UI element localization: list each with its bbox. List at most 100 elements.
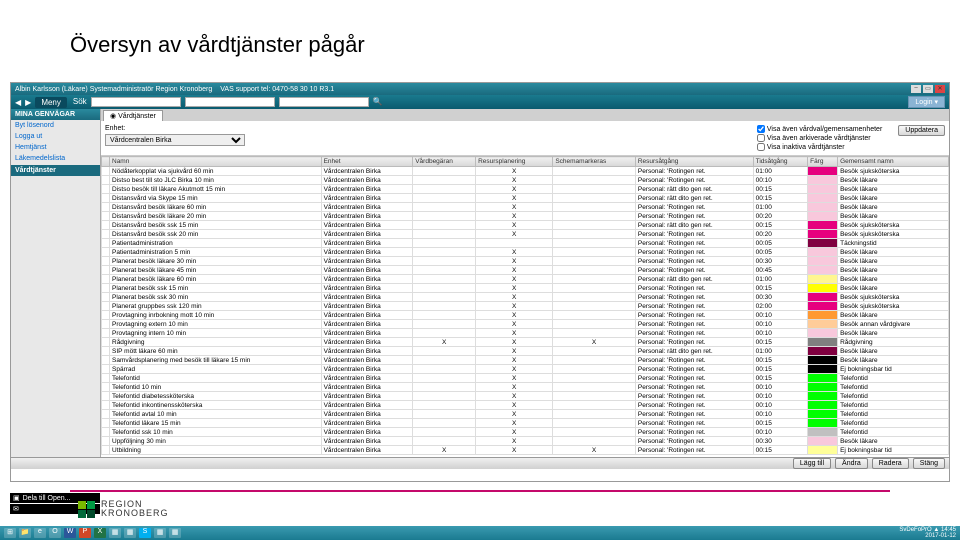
table-row[interactable]: Distso best till sto JLC Birka 10 minVår…: [102, 176, 949, 185]
search-label: Sök: [73, 97, 87, 107]
color-swatch: [808, 383, 837, 391]
col-header[interactable]: Vårdbegäran: [413, 157, 476, 167]
color-swatch: [808, 356, 837, 364]
table-row[interactable]: Distansvård via Skype 15 minVårdcentrale…: [102, 194, 949, 203]
excel-icon[interactable]: X: [94, 528, 106, 538]
btn-close[interactable]: Stäng: [913, 458, 945, 469]
sidebar-item[interactable]: Byt lösenord: [11, 120, 100, 131]
table-row[interactable]: Provtagning extern 10 minVårdcentralen B…: [102, 320, 949, 329]
sidebar-item[interactable]: Läkemedelslista: [11, 153, 100, 164]
powerpoint-icon[interactable]: P: [79, 528, 91, 538]
table-row[interactable]: Distansvård besök ssk 20 minVårdcentrale…: [102, 230, 949, 239]
update-button[interactable]: Uppdatera: [898, 125, 945, 136]
outlook-icon[interactable]: O: [49, 528, 61, 538]
table-row[interactable]: Telefontid avtal 10 minVårdcentralen Bir…: [102, 410, 949, 419]
col-header[interactable]: Namn: [110, 157, 322, 167]
table-row[interactable]: Patientadministration 5 minVårdcentralen…: [102, 248, 949, 257]
table-row[interactable]: Telefontid inkontinenssköterskaVårdcentr…: [102, 401, 949, 410]
table-row[interactable]: Samvårdsplanering med besök till läkare …: [102, 356, 949, 365]
table-row[interactable]: Planerat gruppbes ssk 120 minVårdcentral…: [102, 302, 949, 311]
col-header[interactable]: [102, 157, 110, 167]
app1-icon[interactable]: ▦: [109, 528, 121, 538]
col-header[interactable]: Färg: [808, 157, 838, 167]
table-row[interactable]: Planerat besök läkare 60 minVårdcentrale…: [102, 275, 949, 284]
col-header[interactable]: Resursåtgång: [635, 157, 753, 167]
sidebar-item[interactable]: Hemtjänst: [11, 142, 100, 153]
table-row[interactable]: UtbildningVårdcentralen BirkaXXXPersonal…: [102, 446, 949, 455]
table-row[interactable]: Distansvård besök läkare 20 minVårdcentr…: [102, 212, 949, 221]
table-row[interactable]: Provtagning inrbokning mott 10 minVårdce…: [102, 311, 949, 320]
search-icon[interactable]: 🔍: [373, 97, 383, 107]
col-header[interactable]: Schemamarkeras: [553, 157, 636, 167]
window-close-icon[interactable]: ✕: [935, 85, 945, 93]
word-icon[interactable]: W: [64, 528, 76, 538]
color-swatch: [808, 437, 837, 445]
col-header[interactable]: Resursplanering: [476, 157, 553, 167]
color-swatch: [808, 266, 837, 274]
table-row[interactable]: Planerat besök ssk 30 minVårdcentralen B…: [102, 293, 949, 302]
col-header[interactable]: Tidsåtgång: [753, 157, 807, 167]
table-row[interactable]: TelefontidVårdcentralen BirkaXPersonal: …: [102, 374, 949, 383]
ie-icon[interactable]: e: [34, 528, 46, 538]
table-row[interactable]: RådgivningVårdcentralen BirkaXXXPersonal…: [102, 338, 949, 347]
menu-button[interactable]: Meny: [35, 97, 67, 108]
nav-fwd-icon[interactable]: ▶: [25, 98, 31, 107]
color-swatch: [808, 293, 837, 301]
table-row[interactable]: Planerat besök läkare 30 minVårdcentrale…: [102, 257, 949, 266]
skype-icon[interactable]: S: [139, 528, 151, 538]
table-row[interactable]: Provtagning intern 10 minVårdcentralen B…: [102, 329, 949, 338]
col-header[interactable]: Enhet: [321, 157, 413, 167]
sidebar-active[interactable]: Vårdtjänster: [11, 165, 100, 176]
titlebar-user: Albin Karlsson (Läkare) Systemadministra…: [15, 86, 212, 93]
color-swatch: [808, 338, 837, 346]
table-row[interactable]: Uppföljning 30 minVårdcentralen BirkaXPe…: [102, 437, 949, 446]
table-row[interactable]: Planerat besök läkare 45 minVårdcentrale…: [102, 266, 949, 275]
window-minimize-icon[interactable]: –: [911, 85, 921, 93]
tab-vardtjanster[interactable]: ◉ Vårdtjänster: [103, 110, 163, 121]
table-row[interactable]: SIP mött läkare 60 minVårdcentralen Birk…: [102, 347, 949, 356]
table-row[interactable]: Distso besök till läkare Akutmott 15 min…: [102, 185, 949, 194]
start-icon[interactable]: ⊞: [4, 528, 16, 538]
sidebar: MINA GENVÄGAR Byt lösenordLogga utHemtjä…: [11, 109, 101, 469]
cb-arkiverade[interactable]: Visa även arkiverade vårdtjänster: [757, 134, 882, 142]
table-row[interactable]: SpärradVårdcentralen BirkaXPersonal: 'Ro…: [102, 365, 949, 374]
color-swatch: [808, 284, 837, 292]
taskbar: ⊞ 📁 e O W P X ▦ ▦ S ▦ ▦ SvDeFoPrO ▲ 14:4…: [0, 526, 960, 540]
table-row[interactable]: Telefontid läkare 15 minVårdcentralen Bi…: [102, 419, 949, 428]
sidebar-header: MINA GENVÄGAR: [11, 109, 100, 120]
data-grid[interactable]: NamnEnhetVårdbegäranResursplaneringSchem…: [101, 156, 949, 469]
nav-back-icon[interactable]: ◀: [15, 98, 21, 107]
btn-edit[interactable]: Ändra: [835, 458, 868, 469]
btn-add[interactable]: Lägg till: [793, 458, 831, 469]
window-maximize-icon[interactable]: ▭: [923, 85, 933, 93]
search-input-1[interactable]: [91, 97, 181, 107]
table-row[interactable]: Nödåterkopplat via sjukvård 60 minVårdce…: [102, 167, 949, 176]
color-swatch: [808, 410, 837, 418]
btn-delete[interactable]: Radera: [872, 458, 909, 469]
titlebar-support: VAS support tel: 0470-58 30 10 R3.1: [220, 86, 334, 93]
table-row[interactable]: Telefontid 10 minVårdcentralen BirkaXPer…: [102, 383, 949, 392]
login-dropdown[interactable]: Login ▾: [908, 96, 945, 108]
table-row[interactable]: Distansvård besök läkare 60 minVårdcentr…: [102, 203, 949, 212]
sidebar-item[interactable]: Logga ut: [11, 131, 100, 142]
table-row[interactable]: PatientadministrationVårdcentralen Birka…: [102, 239, 949, 248]
search-input-3[interactable]: [279, 97, 369, 107]
app3-icon[interactable]: ▦: [154, 528, 166, 538]
app4-icon[interactable]: ▦: [169, 528, 181, 538]
table-row[interactable]: Planerat besök ssk 15 minVårdcentralen B…: [102, 284, 949, 293]
table-row[interactable]: Telefontid ssk 10 minVårdcentralen Birka…: [102, 428, 949, 437]
table-row[interactable]: Telefontid diabetessköterskaVårdcentrale…: [102, 392, 949, 401]
table-row[interactable]: Distansvård besök ssk 15 minVårdcentrale…: [102, 221, 949, 230]
color-swatch: [808, 248, 837, 256]
color-swatch: [808, 230, 837, 238]
cb-inaktiva[interactable]: Visa inaktiva vårdtjänster: [757, 143, 882, 151]
color-swatch: [808, 428, 837, 436]
enhet-select[interactable]: Vårdcentralen Birka: [105, 134, 245, 146]
color-swatch: [808, 446, 837, 454]
app2-icon[interactable]: ▦: [124, 528, 136, 538]
explorer-icon[interactable]: 📁: [19, 528, 31, 538]
cb-vardval[interactable]: Visa även vårdval/gemensamenheter: [757, 125, 882, 133]
col-header[interactable]: Gemensamt namn: [838, 157, 949, 167]
search-input-2[interactable]: [185, 97, 275, 107]
filter-row: Enhet: Vårdcentralen Birka Visa även vår…: [101, 121, 949, 156]
